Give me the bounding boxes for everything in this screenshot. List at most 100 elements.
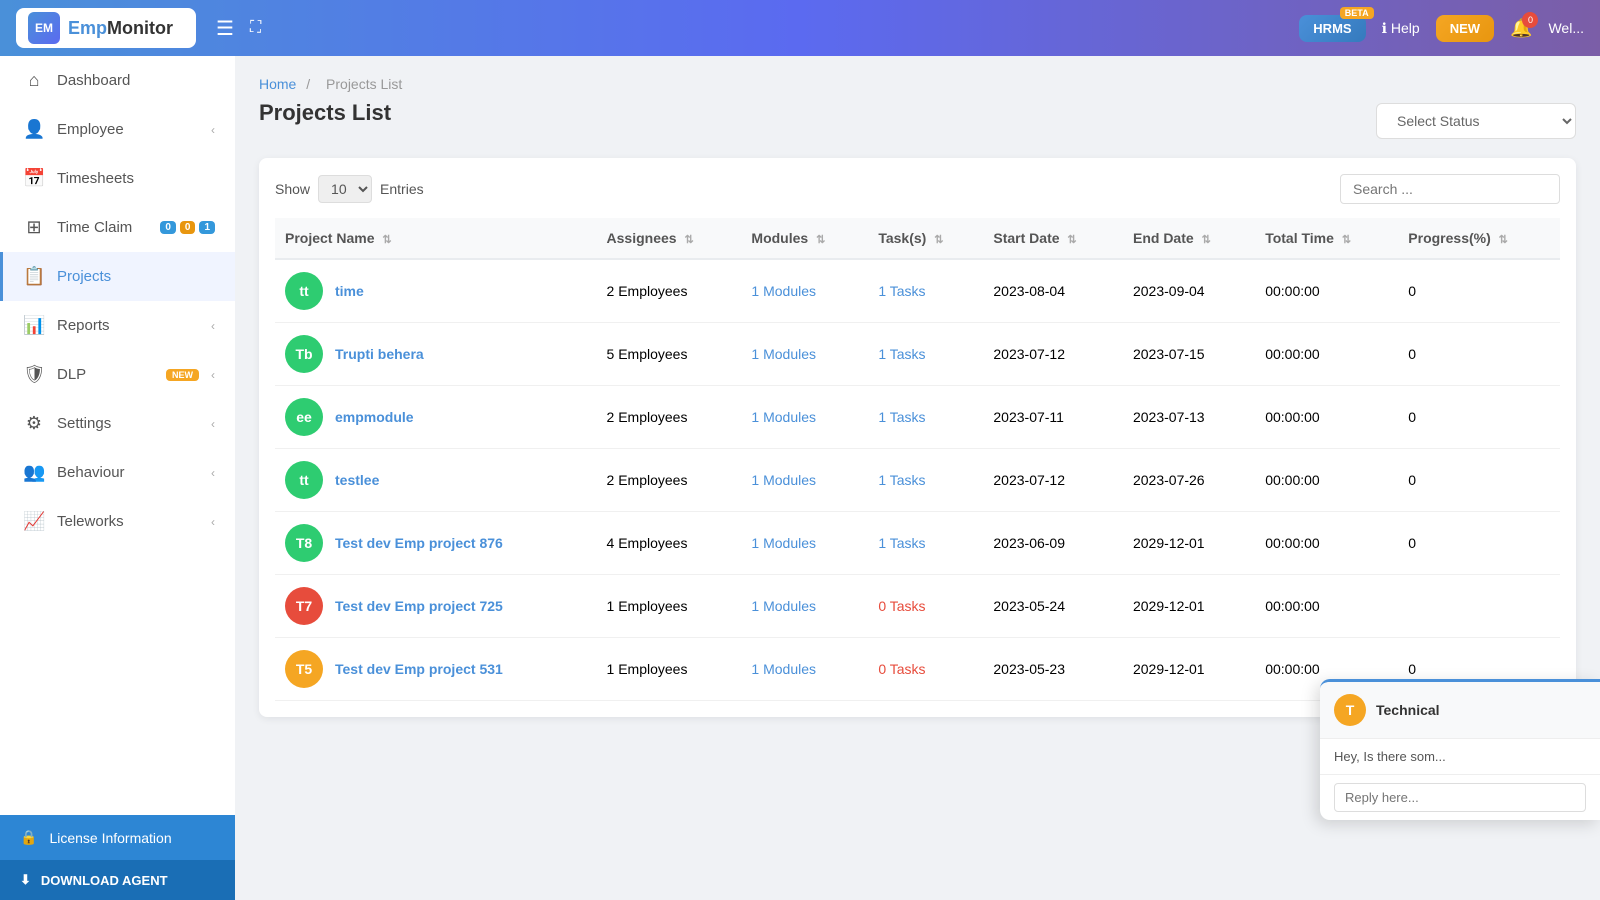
teleworks-icon: 📈 <box>23 511 45 532</box>
project-name-link[interactable]: empmodule <box>335 409 414 425</box>
sidebar-item-teleworks[interactable]: 📈 Teleworks ‹ <box>0 497 235 546</box>
project-name-link[interactable]: Test dev Emp project 531 <box>335 661 503 677</box>
download-label: DOWNLOAD AGENT <box>41 873 168 888</box>
cell-tasks: 0 Tasks <box>868 638 983 701</box>
cell-project-name: T7 Test dev Emp project 725 <box>275 575 597 638</box>
sidebar-item-timeclaim[interactable]: ⊞ Time Claim 0 0 1 <box>0 203 235 252</box>
col-assignees: Assignees ⇅ <box>597 218 742 259</box>
hrms-button[interactable]: HRMS BETA <box>1299 15 1365 42</box>
sidebar-item-timesheets[interactable]: 📅 Timesheets <box>0 154 235 203</box>
cell-total-time: 00:00:00 <box>1255 512 1398 575</box>
behaviour-icon: 👥 <box>23 462 45 483</box>
employee-icon: 👤 <box>23 119 45 140</box>
sidebar-item-dashboard[interactable]: ⌂ Dashboard <box>0 56 235 105</box>
col-project-name: Project Name ⇅ <box>275 218 597 259</box>
tasks-link[interactable]: 1 Tasks <box>878 472 925 488</box>
header-right: HRMS BETA ℹ Help NEW 🔔 0 Wel... <box>1299 15 1584 42</box>
new-button[interactable]: NEW <box>1436 15 1494 42</box>
cell-modules: 1 Modules <box>741 386 868 449</box>
sidebar-item-reports[interactable]: 📊 Reports ‹ <box>0 301 235 350</box>
dlp-icon: 🛡 <box>23 364 45 385</box>
badge-0: 0 <box>160 221 176 234</box>
tasks-link[interactable]: 0 Tasks <box>878 598 925 614</box>
chat-bubble: T Technical Hey, Is there som... <box>1320 679 1600 820</box>
search-input[interactable] <box>1340 174 1560 204</box>
modules-link[interactable]: 1 Modules <box>751 472 816 488</box>
timeclaim-badges: 0 0 1 <box>160 221 215 234</box>
sidebar-item-settings[interactable]: ⚙ Settings ‹ <box>0 399 235 448</box>
cell-modules: 1 Modules <box>741 323 868 386</box>
sort-icon: ⇅ <box>816 234 825 246</box>
chat-header: T Technical <box>1320 682 1600 739</box>
help-button[interactable]: ℹ Help <box>1382 20 1420 37</box>
tasks-link[interactable]: 1 Tasks <box>878 283 925 299</box>
chevron-left-icon: ‹ <box>211 417 215 431</box>
lock-icon: 🔒 <box>20 829 37 846</box>
cell-progress: 0 <box>1398 449 1560 512</box>
col-total-time: Total Time ⇅ <box>1255 218 1398 259</box>
cell-tasks: 1 Tasks <box>868 386 983 449</box>
cell-tasks: 0 Tasks <box>868 575 983 638</box>
project-name-link[interactable]: Test dev Emp project 725 <box>335 598 503 614</box>
modules-link[interactable]: 1 Modules <box>751 346 816 362</box>
page-header-row: Projects List Select Status <box>259 100 1576 142</box>
cell-assignees: 1 Employees <box>597 575 742 638</box>
sidebar-item-label: Settings <box>57 415 199 432</box>
project-avatar: T8 <box>285 524 323 562</box>
cell-tasks: 1 Tasks <box>868 259 983 323</box>
cell-project-name: Tb Trupti behera <box>275 323 597 386</box>
entries-label: Entries <box>380 181 424 197</box>
menu-icon[interactable]: ☰ <box>216 16 234 41</box>
timeclaim-icon: ⊞ <box>23 217 45 238</box>
tasks-link[interactable]: 1 Tasks <box>878 409 925 425</box>
breadcrumb-home[interactable]: Home <box>259 76 296 92</box>
chevron-left-icon: ‹ <box>211 368 215 382</box>
cell-end-date: 2023-07-26 <box>1123 449 1255 512</box>
cell-progress: 0 <box>1398 323 1560 386</box>
modules-link[interactable]: 1 Modules <box>751 283 816 299</box>
badge-1: 0 <box>180 221 196 234</box>
sort-icon: ⇅ <box>382 234 391 246</box>
select-status-dropdown[interactable]: Select Status <box>1376 103 1576 139</box>
table-row: tt time 2 Employees 1 Modules 1 Tasks 20… <box>275 259 1560 323</box>
sidebar-item-dlp[interactable]: 🛡 DLP NEW ‹ <box>0 350 235 399</box>
chat-input-area <box>1320 774 1600 820</box>
project-avatar: Tb <box>285 335 323 373</box>
cell-project-name: tt time <box>275 259 597 323</box>
page-title: Projects List <box>259 100 391 126</box>
modules-link[interactable]: 1 Modules <box>751 661 816 677</box>
modules-link[interactable]: 1 Modules <box>751 598 816 614</box>
breadcrumb-separator: / <box>306 76 310 92</box>
modules-link[interactable]: 1 Modules <box>751 535 816 551</box>
project-name-link[interactable]: time <box>335 283 364 299</box>
cell-project-name: T8 Test dev Emp project 876 <box>275 512 597 575</box>
project-name-link[interactable]: Trupti behera <box>335 346 424 362</box>
cell-assignees: 2 Employees <box>597 449 742 512</box>
cell-start-date: 2023-05-24 <box>983 575 1123 638</box>
project-name-link[interactable]: Test dev Emp project 876 <box>335 535 503 551</box>
chat-reply-input[interactable] <box>1334 783 1586 812</box>
expand-icon[interactable]: ⛶ <box>250 19 261 37</box>
show-entries-control: Show 10 Entries <box>275 175 424 203</box>
tasks-link[interactable]: 0 Tasks <box>878 661 925 677</box>
table-row: ee empmodule 2 Employees 1 Modules 1 Tas… <box>275 386 1560 449</box>
sidebar-item-employee[interactable]: 👤 Employee ‹ <box>0 105 235 154</box>
tasks-link[interactable]: 1 Tasks <box>878 346 925 362</box>
breadcrumb: Home / Projects List <box>259 76 1576 92</box>
sidebar-item-label: Employee <box>57 121 199 138</box>
download-agent-item[interactable]: ⬇ DOWNLOAD AGENT <box>0 860 235 900</box>
tasks-link[interactable]: 1 Tasks <box>878 535 925 551</box>
modules-link[interactable]: 1 Modules <box>751 409 816 425</box>
table-card: Show 10 Entries Project Name ⇅ Assignees… <box>259 158 1576 717</box>
license-item[interactable]: 🔒 License Information <box>0 815 235 860</box>
cell-modules: 1 Modules <box>741 259 868 323</box>
entries-select[interactable]: 10 <box>318 175 372 203</box>
sort-icon: ⇅ <box>1499 234 1508 246</box>
reports-icon: 📊 <box>23 315 45 336</box>
project-name-link[interactable]: testlee <box>335 472 379 488</box>
cell-assignees: 4 Employees <box>597 512 742 575</box>
notification-button[interactable]: 🔔 0 <box>1510 18 1532 39</box>
project-avatar: tt <box>285 272 323 310</box>
sidebar-item-behaviour[interactable]: 👥 Behaviour ‹ <box>0 448 235 497</box>
sidebar-item-projects[interactable]: 📋 Projects <box>0 252 235 301</box>
